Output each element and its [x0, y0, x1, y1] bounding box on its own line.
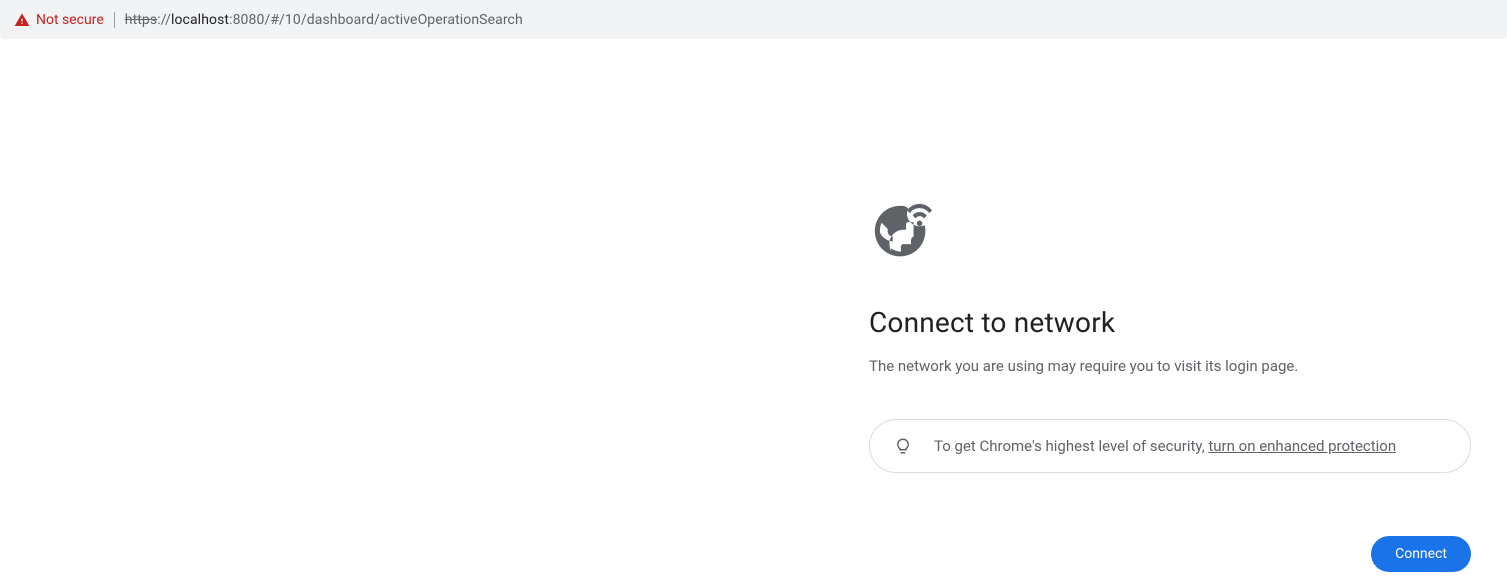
security-tip-box: To get Chrome's highest level of securit…	[869, 419, 1471, 473]
url-sep: ://	[157, 12, 171, 28]
page-subtitle: The network you are using may require yo…	[869, 357, 1471, 375]
connect-button[interactable]: Connect	[1371, 536, 1471, 572]
url-scheme: https	[125, 12, 157, 28]
lightbulb-icon	[894, 437, 912, 455]
warning-icon	[14, 12, 30, 28]
tip-text: To get Chrome's highest level of securit…	[934, 437, 1396, 455]
interstitial-content: Connect to network The network you are u…	[869, 200, 1471, 473]
url-rest: :8080/#/10/dashboard/activeOperationSear…	[229, 12, 523, 28]
url-host: localhost	[171, 12, 229, 28]
enhanced-protection-link[interactable]: turn on enhanced protection	[1208, 437, 1396, 455]
url-text[interactable]: https://localhost:8080/#/10/dashboard/ac…	[125, 12, 523, 28]
globe-wifi-icon	[869, 200, 939, 270]
page-title: Connect to network	[869, 306, 1471, 339]
tip-prefix: To get Chrome's highest level of securit…	[934, 437, 1208, 455]
not-secure-label: Not secure	[36, 12, 104, 28]
address-bar[interactable]: Not secure https://localhost:8080/#/10/d…	[0, 0, 1507, 39]
address-divider	[114, 12, 115, 28]
